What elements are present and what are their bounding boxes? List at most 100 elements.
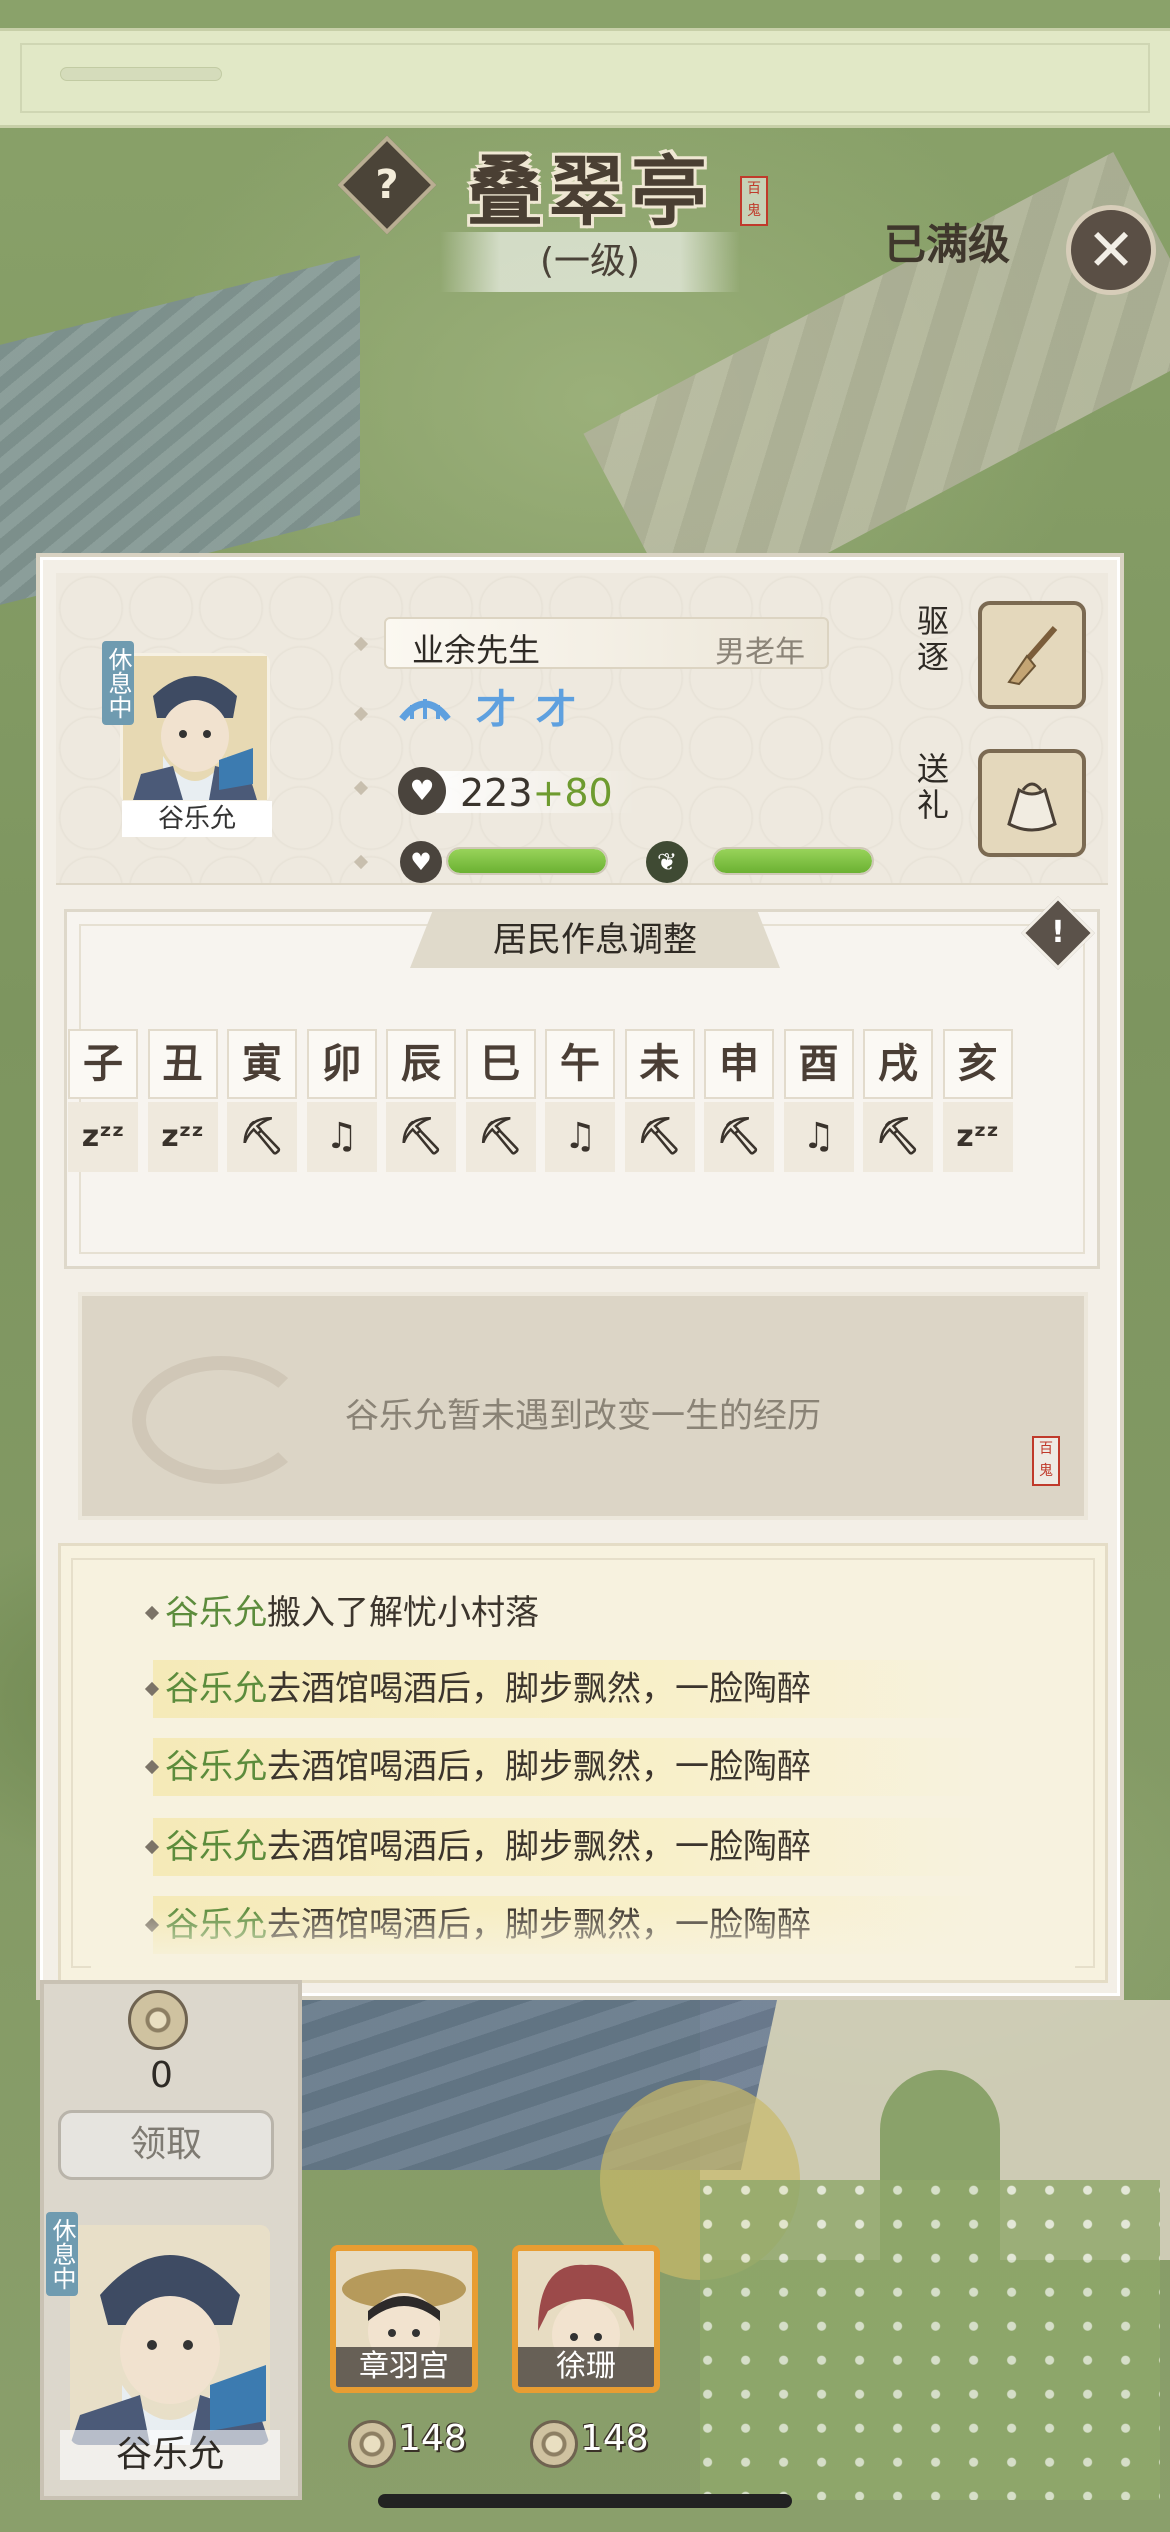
gift-bag-button[interactable] bbox=[978, 749, 1086, 857]
coin-icon bbox=[530, 2420, 578, 2468]
log-entry: 谷乐允去酒馆喝酒后，脚步飘然，一脸陶醉 bbox=[144, 1660, 995, 1718]
hour-cell: 戌 bbox=[863, 1029, 933, 1099]
log-text: 去酒馆喝酒后，脚步飘然，一脸陶醉 bbox=[267, 1669, 811, 1709]
resident-title-field: 业余先生 男老年 bbox=[384, 617, 829, 670]
experience-text: 谷乐允暂未遇到改变一生的经历 bbox=[345, 1396, 821, 1436]
work-activity-icon[interactable]: ⛏ bbox=[227, 1102, 297, 1172]
scene-flower-field bbox=[700, 2180, 1160, 2500]
work-activity-icon[interactable]: ⛏ bbox=[863, 1102, 933, 1172]
hour-cell: 寅 bbox=[227, 1029, 297, 1099]
candidate-name: 章羽宫 bbox=[336, 2347, 472, 2387]
entertain-activity-icon[interactable]: ♫ bbox=[783, 1102, 854, 1172]
hour-cell: 午 bbox=[545, 1029, 615, 1099]
hour-cell: 辰 bbox=[386, 1029, 456, 1099]
power-base: 223 bbox=[460, 771, 533, 815]
row-marker bbox=[353, 636, 369, 652]
log-bullet-icon bbox=[144, 1681, 160, 1697]
elder-portrait-icon bbox=[70, 2225, 270, 2445]
log-bullet-icon bbox=[144, 1759, 160, 1775]
exclamation-icon: ! bbox=[1051, 915, 1065, 950]
top-banner bbox=[0, 28, 1170, 128]
hour-cell: 卯 bbox=[306, 1029, 377, 1099]
log-bullet-icon bbox=[144, 1839, 160, 1855]
candidate-name: 徐珊 bbox=[518, 2347, 654, 2387]
claim-button[interactable]: 领取 bbox=[58, 2110, 274, 2180]
power-value: 223+80 bbox=[460, 771, 613, 815]
leaf-icon: ❦ bbox=[646, 841, 688, 883]
life-experience-box: 谷乐允暂未遇到改变一生的经历 百鬼 bbox=[78, 1292, 1088, 1520]
hour-cell: 酉 bbox=[783, 1029, 854, 1099]
elder-portrait-icon bbox=[123, 656, 267, 800]
resting-status-badge: 休息中 bbox=[46, 2212, 78, 2296]
resident-avatar[interactable] bbox=[120, 653, 270, 803]
candidate-card-1[interactable]: 章羽宫 bbox=[330, 2245, 478, 2393]
log-resident-name: 谷乐允 bbox=[165, 1669, 267, 1709]
log-resident-name: 谷乐允 bbox=[165, 1827, 267, 1867]
sleep-activity-icon[interactable]: zᶻᶻ bbox=[942, 1102, 1013, 1172]
row-marker bbox=[353, 706, 369, 722]
max-level-badge: 已满级 bbox=[882, 200, 1012, 290]
hour-cell: 申 bbox=[704, 1029, 774, 1099]
current-resident-avatar[interactable] bbox=[70, 2225, 270, 2445]
hour-cell: 未 bbox=[624, 1029, 695, 1099]
sleep-activity-icon[interactable]: zᶻᶻ bbox=[68, 1102, 138, 1172]
activity-log[interactable]: 谷乐允搬入了解忧小村落 谷乐允去酒馆喝酒后，脚步飘然，一脸陶醉 谷乐允去酒馆喝酒后，… bbox=[58, 1543, 1108, 1983]
log-bullet-icon bbox=[144, 1605, 160, 1621]
question-mark-icon: ? bbox=[375, 162, 399, 208]
resident-panel: 休息中 谷乐允 业余先生 男老年 才 才 ♥ 223+80 ♥ ❦ 驱逐 送礼 bbox=[36, 553, 1124, 2000]
current-resident-name: 谷乐允 bbox=[60, 2430, 280, 2480]
candidate-card-2[interactable]: 徐珊 bbox=[512, 2245, 660, 2393]
health-bar bbox=[712, 847, 874, 875]
expel-broom-button[interactable] bbox=[978, 601, 1086, 709]
log-entry: 谷乐允搬入了解忧小村落 bbox=[144, 1584, 539, 1642]
home-indicator[interactable] bbox=[378, 2494, 792, 2508]
log-entry: 谷乐允去酒馆喝酒后，脚步飘然，一脸陶醉 bbox=[144, 1818, 995, 1876]
resident-category: 男老年 bbox=[715, 635, 805, 670]
building-title: 叠翠亭 bbox=[467, 147, 713, 236]
log-resident-name: 谷乐允 bbox=[165, 1747, 267, 1787]
work-activity-icon[interactable]: ⛏ bbox=[465, 1102, 536, 1172]
coin-icon bbox=[128, 1990, 188, 2050]
entertain-activity-icon[interactable]: ♫ bbox=[545, 1102, 615, 1172]
heart-icon: ♥ bbox=[400, 841, 442, 883]
power-bonus: +80 bbox=[532, 771, 613, 815]
schedule-title: 居民作息调整 bbox=[410, 912, 780, 968]
talent-trait-icon[interactable]: 才 bbox=[536, 677, 576, 735]
seal-stamp: 百鬼 bbox=[1032, 1436, 1060, 1486]
expel-label: 驱逐 bbox=[916, 602, 949, 676]
building-level: (一级) bbox=[440, 232, 740, 292]
candidate-price: 148 bbox=[398, 2418, 467, 2459]
hour-cell: 亥 bbox=[942, 1029, 1013, 1099]
sleep-activity-icon[interactable]: zᶻᶻ bbox=[147, 1102, 218, 1172]
gift-bag-icon bbox=[1007, 782, 1057, 832]
log-entry: 谷乐允去酒馆喝酒后，脚步飘然，一脸陶醉 bbox=[144, 1738, 995, 1796]
hour-cell: 子 bbox=[68, 1029, 138, 1099]
bridge-trait-icon[interactable] bbox=[398, 685, 452, 725]
broom-icon bbox=[1007, 626, 1058, 686]
resident-name: 谷乐允 bbox=[122, 801, 272, 837]
log-text: 去酒馆喝酒后，脚步飘然，一脸陶醉 bbox=[267, 1827, 811, 1867]
entertain-activity-icon[interactable]: ♫ bbox=[306, 1102, 377, 1172]
resident-profile: 休息中 谷乐允 业余先生 男老年 才 才 ♥ 223+80 ♥ ❦ 驱逐 送礼 bbox=[56, 573, 1108, 885]
hour-cell: 巳 bbox=[465, 1029, 536, 1099]
work-activity-icon[interactable]: ⛏ bbox=[624, 1102, 695, 1172]
close-icon: ✕ bbox=[1086, 216, 1136, 284]
resting-status-badge: 休息中 bbox=[102, 641, 134, 725]
resident-title: 业余先生 bbox=[412, 631, 541, 669]
candidate-price: 148 bbox=[580, 2418, 649, 2459]
coin-count: 0 bbox=[150, 2055, 173, 2096]
close-button[interactable]: ✕ bbox=[1066, 205, 1156, 295]
row-marker bbox=[353, 780, 369, 796]
seal-stamp: 百鬼 bbox=[740, 176, 768, 226]
hour-cell: 丑 bbox=[147, 1029, 218, 1099]
log-resident-name: 谷乐允 bbox=[165, 1593, 267, 1633]
coin-icon bbox=[348, 2420, 396, 2468]
gift-label: 送礼 bbox=[916, 750, 949, 824]
log-text: 搬入了解忧小村落 bbox=[267, 1593, 539, 1633]
work-activity-icon[interactable]: ⛏ bbox=[386, 1102, 456, 1172]
work-activity-icon[interactable]: ⛏ bbox=[704, 1102, 774, 1172]
log-text: 去酒馆喝酒后，脚步飘然，一脸陶醉 bbox=[267, 1747, 811, 1787]
row-marker bbox=[353, 854, 369, 870]
talent-trait-icon[interactable]: 才 bbox=[476, 677, 516, 735]
heart-power-icon: ♥ bbox=[398, 767, 446, 815]
